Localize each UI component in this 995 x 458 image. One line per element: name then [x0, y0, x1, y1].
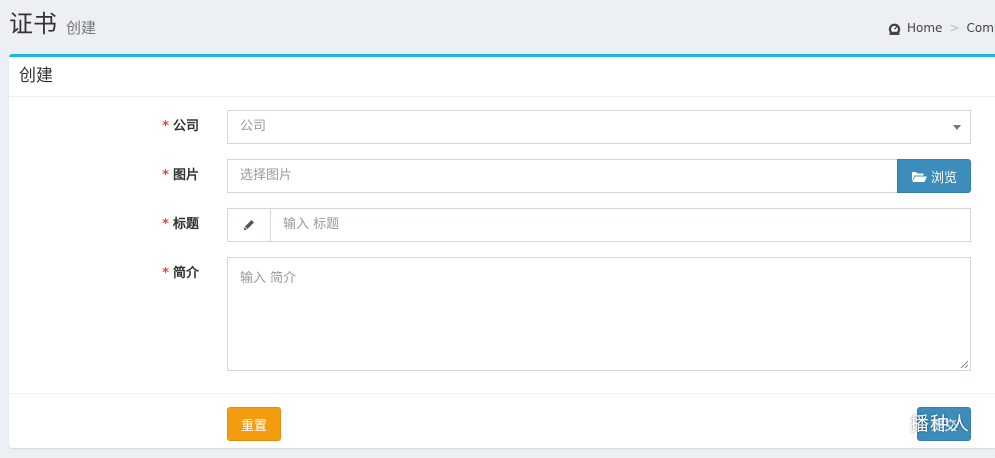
browse-button-label: 浏览	[930, 170, 957, 186]
breadcrumb-home[interactable]: Home	[907, 20, 942, 36]
image-input-placeholder: 选择图片	[240, 168, 293, 183]
page-subtitle: 创建	[66, 19, 97, 37]
box-title: 创建	[19, 66, 53, 86]
required-mark: *	[162, 119, 169, 134]
required-mark: *	[162, 168, 169, 183]
required-mark: *	[162, 266, 169, 281]
company-label: * 公司	[162, 119, 199, 134]
title-input[interactable]: 输入 标题	[270, 208, 971, 242]
title-input-placeholder: 输入 标题	[283, 217, 340, 232]
form-box: 创建 *公司 公司 *图片 选择图片 浏览 *标题 输入 标题 *简介	[9, 54, 995, 448]
image-input[interactable]: 选择图片	[227, 159, 898, 193]
page-title: 证书	[9, 10, 57, 38]
browse-button[interactable]: 浏览	[897, 159, 971, 193]
image-label: * 图片	[162, 168, 199, 183]
content-header: 证书 创建 Home > Compa	[0, 0, 995, 54]
company-select[interactable]: 公司	[227, 110, 971, 144]
intro-textarea[interactable]: 输入 简介	[227, 257, 971, 371]
breadcrumb-company[interactable]: Compa	[967, 20, 995, 36]
required-mark: *	[162, 217, 169, 232]
breadcrumb: Home > Compa	[888, 20, 995, 36]
reset-button[interactable]: 重置	[227, 407, 281, 441]
intro-label: * 简介	[162, 266, 199, 281]
pencil-icon	[243, 220, 254, 231]
box-footer	[9, 393, 995, 451]
watermark-text: 播种人	[910, 413, 971, 435]
company-select-value: 公司	[240, 119, 267, 134]
box-header-divider	[9, 96, 995, 97]
folder-open-icon	[911, 171, 927, 182]
title-label: * 标题	[162, 217, 199, 232]
breadcrumb-separator: >	[949, 21, 960, 35]
caret-down-icon	[953, 125, 961, 130]
title-addon	[227, 208, 271, 242]
resize-handle-icon[interactable]	[960, 360, 969, 369]
dashboard-icon	[888, 23, 901, 35]
intro-textarea-placeholder: 输入 简介	[240, 271, 297, 286]
